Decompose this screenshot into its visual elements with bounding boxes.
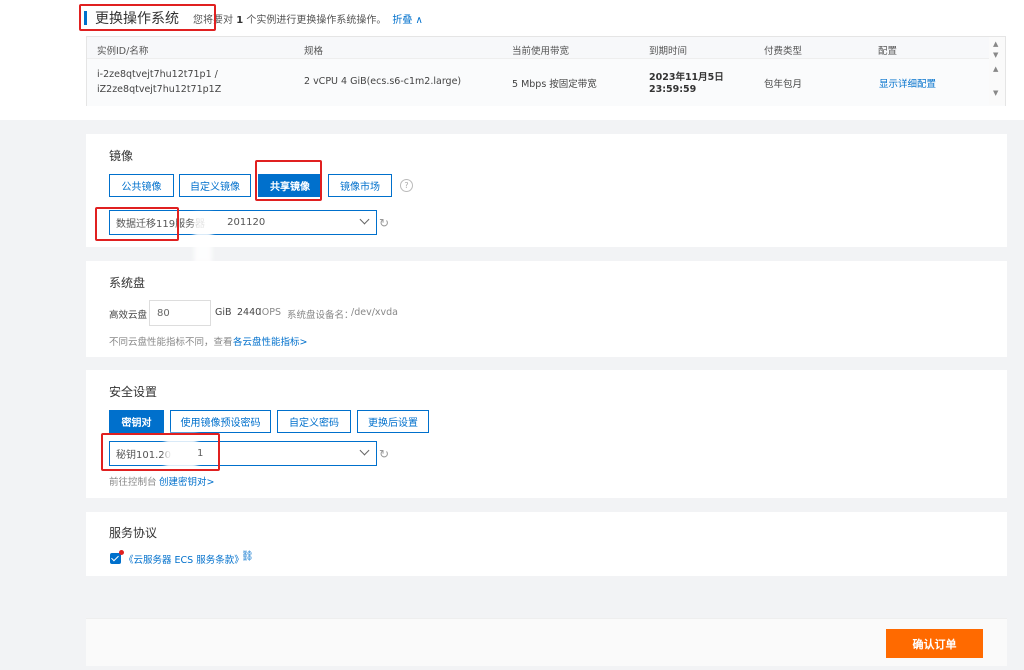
column-header-pay-type: 付费类型 <box>764 46 803 57</box>
tab-key-pair[interactable]: 密钥对 <box>109 410 164 433</box>
disk-device: /dev/xvda <box>351 307 398 318</box>
title-description: 您将要对 1 个实例进行更换操作系统操作。 <box>193 14 387 26</box>
security-panel: 安全设置 密钥对 使用镜像预设密码 自定义密码 更换后设置 秘钥101.20 1… <box>86 370 1007 498</box>
scroll-up-icon[interactable]: ▲ <box>993 65 998 73</box>
agreement-section-title: 服务协议 <box>109 526 158 540</box>
key-pair-select[interactable]: 秘钥101.20 1 <box>109 441 377 466</box>
column-header-bandwidth: 当前使用带宽 <box>512 46 570 57</box>
security-section-title: 安全设置 <box>109 385 158 399</box>
collapse-link[interactable]: 折叠 ∧ <box>392 11 423 26</box>
instance-id: i-2ze8qtvejt7hu12t71p1 / <box>97 69 218 80</box>
disk-panel: 系统盘 高效云盘 80 GiB 2440 IOPS 系统盘设备名： /dev/x… <box>86 261 1007 357</box>
image-select-value-part2: 201120 <box>227 217 266 228</box>
disk-iops: 2440 <box>237 307 262 318</box>
help-icon[interactable]: ? <box>400 179 413 192</box>
image-section-title: 镜像 <box>109 149 134 163</box>
confirm-order-button[interactable]: 确认订单 <box>886 629 983 658</box>
disk-device-label: 系统盘设备名： <box>287 310 354 321</box>
expire-date: 2023年11月5日 <box>649 72 724 83</box>
image-panel: 镜像 公共镜像 自定义镜像 共享镜像 镜像市场 ? 数据迁移119服务器 201… <box>86 134 1007 247</box>
instance-table: 实例ID/名称 规格 当前使用带宽 到期时间 付费类型 配置 i-2ze8qtv… <box>86 36 1006 106</box>
disk-size-input[interactable]: 80 <box>149 300 211 326</box>
order-footer <box>86 618 1007 666</box>
key-pair-value-part2: 1 <box>197 448 204 459</box>
expire-time: 23:59:59 <box>649 84 697 95</box>
instance-name: iZ2ze8qtvejt7hu12t71p1Z <box>97 84 222 95</box>
table-row: i-2ze8qtvejt7hu12t71p1 / iZ2ze8qtvejt7hu… <box>87 59 1005 106</box>
tab-image-preset-password[interactable]: 使用镜像预设密码 <box>170 410 271 433</box>
column-header-id: 实例ID/名称 <box>97 46 149 57</box>
key-pair-value-part1: 秘钥101.20 <box>116 450 171 461</box>
tab-shared-image[interactable]: 共享镜像 <box>258 174 322 197</box>
ecs-terms-link[interactable]: 《云服务器 ECS 服务条款》 <box>124 552 244 566</box>
table-header: 实例ID/名称 规格 当前使用带宽 到期时间 付费类型 配置 <box>87 37 1005 59</box>
link-icon: ⛓ <box>241 551 254 562</box>
image-select[interactable]: 数据迁移119服务器 201120 <box>109 210 377 235</box>
key-pair-hint: 前往控制台 <box>109 477 157 488</box>
disk-hint: 不同云盘性能指标不同，查看 <box>109 337 233 348</box>
agreement-panel: 服务协议 《云服务器 ECS 服务条款》 ⛓ <box>86 512 1007 576</box>
page-title: 更换操作系统 <box>95 11 179 27</box>
scroll-down-icon[interactable]: ▼ <box>993 89 998 97</box>
tab-custom-password[interactable]: 自定义密码 <box>277 410 351 433</box>
refresh-icon[interactable]: ↻ <box>379 447 389 461</box>
title-accent-bar <box>84 11 87 25</box>
column-header-expire: 到期时间 <box>649 46 688 57</box>
tab-public-image[interactable]: 公共镜像 <box>109 174 174 197</box>
column-header-spec: 规格 <box>304 46 324 57</box>
refresh-icon[interactable]: ↻ <box>379 216 389 230</box>
table-scrollbar[interactable]: ▲ ▼ ▲ ▼ <box>989 37 1005 105</box>
instance-bandwidth: 5 Mbps 按固定带宽 <box>512 79 597 90</box>
chevron-down-icon <box>359 445 370 456</box>
tab-custom-image[interactable]: 自定义镜像 <box>179 174 251 197</box>
chevron-down-icon <box>359 214 370 225</box>
scroll-up-icon[interactable]: ▲ <box>993 40 998 48</box>
tab-image-market[interactable]: 镜像市场 <box>328 174 392 197</box>
tab-set-after-change[interactable]: 更换后设置 <box>357 410 429 433</box>
column-header-config: 配置 <box>878 46 898 57</box>
section-header: 更换操作系统 您将要对 1 个实例进行更换操作系统操作。 折叠 ∧ <box>84 8 423 28</box>
disk-unit: GiB <box>215 307 232 318</box>
create-key-pair-link[interactable]: 创建密钥对> <box>159 474 214 488</box>
disk-section-title: 系统盘 <box>109 276 146 290</box>
disk-performance-link[interactable]: 各云盘性能指标> <box>233 334 307 348</box>
pay-type: 包年包月 <box>764 79 803 90</box>
show-config-link[interactable]: 显示详细配置 <box>879 76 936 90</box>
image-select-value-part1: 数据迁移119服务器 <box>116 219 206 230</box>
instance-spec: 2 vCPU 4 GiB(ecs.s6-c1m2.large) <box>304 76 462 87</box>
disk-type: 高效云盘 <box>109 310 148 321</box>
redaction-blur <box>165 433 197 473</box>
disk-iops-unit: IOPS <box>259 307 282 318</box>
instance-summary: 更换操作系统 您将要对 1 个实例进行更换操作系统操作。 折叠 ∧ 实例ID/名… <box>0 0 1024 120</box>
scroll-up-icon[interactable]: ▼ <box>993 51 998 59</box>
redaction-blur <box>194 213 212 263</box>
